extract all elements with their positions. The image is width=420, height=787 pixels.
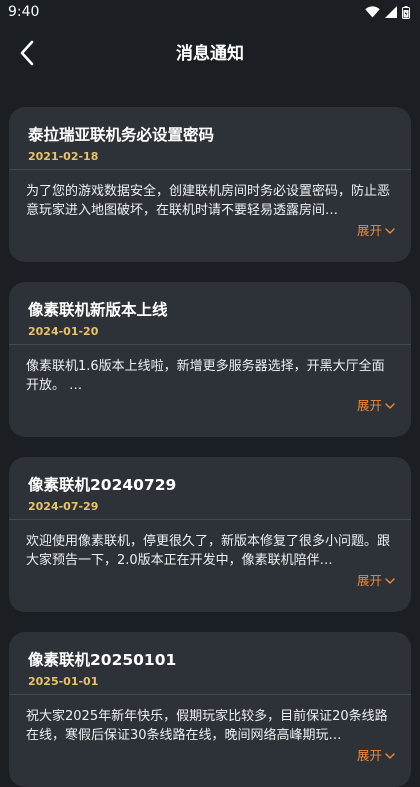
signal-icon: [385, 6, 397, 18]
chevron-down-icon: [385, 752, 395, 760]
status-time: 9:40: [8, 4, 40, 20]
expand-label: 展开: [356, 398, 382, 413]
expand-button[interactable]: 展开: [357, 224, 395, 238]
expand-button[interactable]: 展开: [357, 749, 395, 763]
notification-title: 像素联机20240729: [28, 476, 177, 494]
notification-body: 欢迎使用像素联机，停更很久了，新版本修复了很多小问题。跟大家预告一下，2.0版本…: [26, 534, 391, 568]
notification-date: 2025-01-01: [28, 675, 99, 688]
card-divider: [9, 519, 411, 520]
status-icons: [365, 5, 410, 19]
expand-label: 展开: [356, 223, 382, 238]
chevron-down-icon: [385, 577, 395, 585]
notification-card[interactable]: 像素联机新版本上线 2024-01-20 像素联机1.6版本上线啦，新增更多服务…: [9, 282, 411, 437]
expand-button[interactable]: 展开: [357, 574, 395, 588]
chevron-down-icon: [385, 227, 395, 235]
notification-body: 像素联机1.6版本上线啦，新增更多服务器选择，开黑大厅全面开放。 …: [26, 359, 385, 393]
top-app-bar: 消息通知: [0, 26, 420, 84]
card-divider: [9, 694, 411, 695]
expand-label: 展开: [356, 573, 382, 588]
notification-card[interactable]: 像素联机20250101 2025-01-01 祝大家2025年新年快乐，假期玩…: [9, 632, 411, 787]
notification-date: 2024-07-29: [28, 500, 99, 513]
wifi-icon: [365, 6, 380, 18]
chevron-down-icon: [385, 402, 395, 410]
notification-card[interactable]: 泰拉瑞亚联机务必设置密码 2021-02-18 为了您的游戏数据安全，创建联机房…: [9, 107, 411, 262]
notification-body: 为了您的游戏数据安全，创建联机房间时务必设置密码，防止恶意玩家进入地图破坏，在联…: [26, 184, 391, 218]
notification-date: 2024-01-20: [28, 325, 99, 338]
card-divider: [9, 169, 411, 170]
notification-body: 祝大家2025年新年快乐，假期玩家比较多，目前保证20条线路在线，寒假后保证30…: [26, 709, 388, 743]
status-bar: 9:40: [0, 0, 420, 26]
notification-title: 像素联机新版本上线: [28, 301, 168, 319]
battery-icon: [402, 5, 410, 19]
expand-label: 展开: [356, 748, 382, 763]
page-title: 消息通知: [176, 44, 244, 64]
notification-title: 泰拉瑞亚联机务必设置密码: [28, 126, 215, 144]
expand-button[interactable]: 展开: [357, 399, 395, 413]
notification-date: 2021-02-18: [28, 150, 99, 163]
notification-card[interactable]: 像素联机20240729 2024-07-29 欢迎使用像素联机，停更很久了，新…: [9, 457, 411, 612]
notification-title: 像素联机20250101: [28, 651, 177, 669]
card-divider: [9, 344, 411, 345]
